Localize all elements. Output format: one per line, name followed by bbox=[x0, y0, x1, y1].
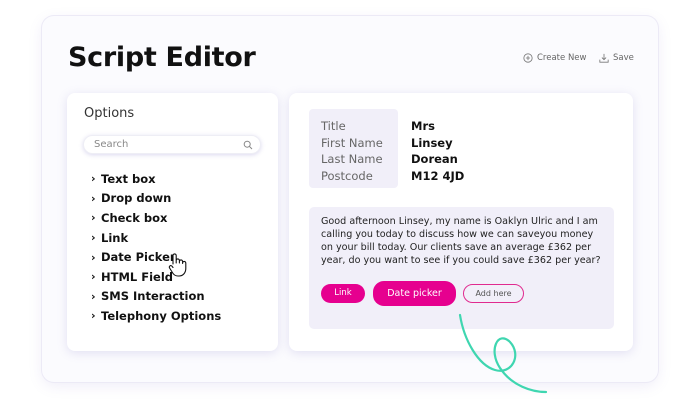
field-label-title: Title bbox=[321, 119, 346, 133]
chevron-right-icon: › bbox=[91, 231, 96, 245]
chevron-right-icon: › bbox=[91, 250, 96, 264]
search-icon bbox=[243, 140, 253, 150]
field-value-last-name: Dorean bbox=[411, 152, 458, 166]
page-title: Script Editor bbox=[68, 42, 256, 73]
chevron-right-icon: › bbox=[91, 172, 96, 186]
chevron-right-icon: › bbox=[91, 211, 96, 225]
option-label: Text box bbox=[101, 171, 156, 186]
options-list: › Text box › Drop down › Check box › Link › D… bbox=[82, 169, 221, 326]
create-new-label: Create New bbox=[537, 53, 587, 63]
field-label-last-name: Last Name bbox=[321, 152, 383, 166]
chevron-right-icon: › bbox=[91, 309, 96, 323]
chevron-right-icon: › bbox=[91, 270, 96, 284]
chevron-right-icon: › bbox=[91, 191, 96, 205]
option-telephony-options[interactable]: › Telephony Options bbox=[91, 306, 221, 326]
plus-circle-icon bbox=[523, 53, 533, 63]
options-heading: Options bbox=[84, 106, 135, 121]
decorative-swirl bbox=[458, 313, 548, 394]
field-label-first-name: First Name bbox=[321, 135, 383, 150]
hand-cursor-icon bbox=[168, 253, 187, 277]
option-label: Link bbox=[101, 230, 129, 245]
download-icon bbox=[599, 53, 609, 63]
field-value-first-name: Linsey bbox=[411, 135, 453, 150]
search-placeholder: Search bbox=[94, 139, 129, 150]
customer-field-values: Mrs Linsey Dorean M12 4JD bbox=[411, 118, 464, 184]
add-here-button[interactable]: Add here bbox=[463, 284, 524, 303]
option-sms-interaction[interactable]: › SMS Interaction bbox=[91, 287, 221, 307]
options-panel: Options Search › Text box › Drop down › Che… bbox=[67, 93, 278, 351]
option-drop-down[interactable]: › Drop down bbox=[91, 189, 221, 209]
search-input[interactable]: Search bbox=[83, 135, 261, 154]
save-button[interactable]: Save bbox=[599, 53, 634, 63]
save-label: Save bbox=[613, 53, 634, 63]
field-value-postcode: M12 4JD bbox=[411, 168, 465, 183]
field-label-postcode: Postcode bbox=[321, 168, 373, 183]
option-label: Check box bbox=[101, 210, 168, 225]
option-html-field[interactable]: › HTML Field bbox=[91, 267, 221, 287]
option-check-box[interactable]: › Check box bbox=[91, 208, 221, 228]
option-label: SMS Interaction bbox=[101, 289, 205, 304]
customer-field-labels: Title First Name Last Name Postcode bbox=[321, 118, 383, 184]
option-label: Date Picker bbox=[101, 250, 176, 265]
option-date-picker[interactable]: › Date Picker bbox=[82, 247, 221, 267]
chevron-right-icon: › bbox=[91, 289, 96, 303]
option-label: Telephony Options bbox=[101, 308, 222, 323]
create-new-button[interactable]: Create New bbox=[523, 53, 587, 63]
option-label: HTML Field bbox=[101, 269, 174, 284]
field-value-title: Mrs bbox=[411, 119, 435, 133]
script-text: Good afternoon Linsey, my name is Oaklyn… bbox=[321, 216, 601, 266]
date-picker-button[interactable]: Date picker bbox=[373, 281, 456, 306]
link-button[interactable]: Link bbox=[321, 284, 365, 303]
option-link[interactable]: › Link bbox=[91, 228, 221, 248]
option-text-box[interactable]: › Text box bbox=[91, 169, 221, 189]
option-label: Drop down bbox=[101, 191, 172, 206]
